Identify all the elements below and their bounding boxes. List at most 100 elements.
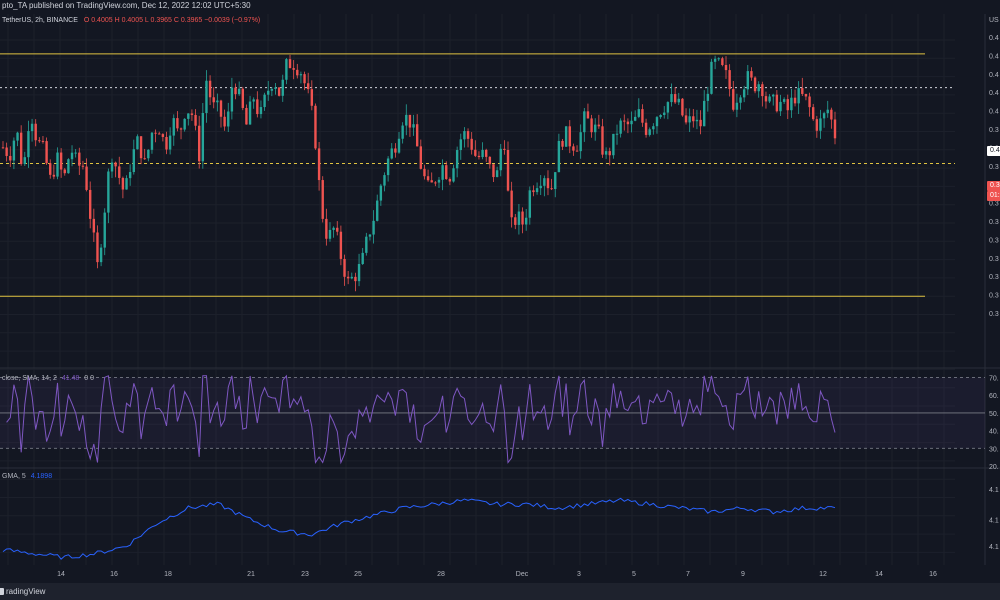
candle-body bbox=[597, 124, 601, 127]
candle-body bbox=[408, 114, 412, 128]
candle-body bbox=[9, 155, 12, 161]
candle-body bbox=[426, 176, 430, 181]
candle-body bbox=[168, 135, 172, 150]
candle-body bbox=[92, 218, 96, 233]
price-tick-label: 0.3 bbox=[989, 293, 999, 300]
price-tick-label: 0.3 bbox=[989, 237, 999, 244]
candle-body bbox=[194, 114, 197, 126]
candle-body bbox=[158, 133, 161, 135]
candle-body bbox=[176, 118, 179, 129]
last-price-tag: 0.3 bbox=[987, 181, 1000, 191]
candle-body bbox=[495, 170, 499, 178]
candle-body bbox=[336, 227, 339, 232]
candle-body bbox=[521, 211, 524, 225]
chart-canvas[interactable]: 14 16 18 21 23 25 28 Dec 3 5 7 9 12 14 16 US 0.4 0.4 0.4 0… bbox=[0, 0, 1000, 600]
candle-body bbox=[535, 188, 539, 193]
candle-body bbox=[5, 147, 8, 156]
candle-body bbox=[270, 88, 274, 91]
candle-body bbox=[299, 74, 303, 76]
rsi-pane bbox=[0, 374, 985, 465]
candle-body bbox=[812, 107, 815, 120]
candle-body bbox=[757, 84, 760, 92]
candle-body bbox=[477, 155, 481, 158]
candle-body bbox=[779, 101, 782, 112]
candle-body bbox=[241, 88, 244, 108]
candle-body bbox=[670, 94, 673, 103]
candle-body bbox=[139, 136, 143, 159]
candle-body bbox=[52, 174, 56, 177]
candle-body bbox=[564, 126, 568, 147]
candle-body bbox=[118, 166, 121, 178]
candle-body bbox=[742, 89, 746, 98]
candle-body bbox=[172, 118, 175, 136]
candle-body bbox=[724, 65, 728, 71]
candle-body bbox=[125, 178, 128, 190]
candle-body bbox=[612, 133, 615, 156]
y-axis: US 0.4 0.4 0.4 0.4 0.4 0.3 0.3 0.3 0.3 0.3 0.3 0.3 0.… bbox=[989, 17, 999, 551]
x-tick-label: 16 bbox=[110, 571, 118, 578]
candle-body bbox=[85, 166, 88, 190]
candle-body bbox=[350, 276, 353, 279]
candle-body bbox=[150, 132, 154, 150]
candle-body bbox=[390, 148, 393, 159]
candle-body bbox=[252, 99, 255, 102]
dotted-level-tag: 0.4 bbox=[987, 146, 1000, 156]
rsi-tick-label: 20. bbox=[989, 464, 999, 471]
candle-body bbox=[768, 96, 771, 102]
candle-body bbox=[641, 109, 644, 123]
candle-body bbox=[110, 162, 114, 172]
x-tick-label: 7 bbox=[686, 571, 690, 578]
candle-body bbox=[793, 97, 797, 104]
candle-body bbox=[543, 178, 546, 186]
candle-body bbox=[394, 148, 397, 153]
candle-body bbox=[401, 125, 404, 139]
candle-body bbox=[208, 80, 212, 98]
price-tick-label: 0.3 bbox=[989, 164, 999, 171]
candle-body bbox=[16, 132, 19, 141]
candle-body bbox=[74, 152, 77, 154]
x-tick-label: Dec bbox=[516, 571, 529, 578]
rsi-tick-label: 40. bbox=[989, 429, 999, 436]
candle-body bbox=[412, 124, 415, 128]
candle-body bbox=[568, 126, 571, 147]
candle-body bbox=[230, 87, 234, 112]
obv-tick-label: 4.1 bbox=[989, 544, 999, 551]
candle-body bbox=[38, 140, 41, 142]
candle-body bbox=[608, 151, 611, 156]
x-axis: 14 16 18 21 23 25 28 Dec 3 5 7 9 12 14 16 bbox=[57, 571, 937, 578]
candle-body bbox=[430, 180, 433, 183]
x-tick-label: 16 bbox=[929, 571, 937, 578]
candle-body bbox=[317, 148, 321, 181]
candle-body bbox=[205, 80, 208, 113]
candle-body bbox=[717, 58, 720, 60]
candle-body bbox=[750, 71, 753, 78]
candle-body bbox=[732, 89, 735, 110]
candle-body bbox=[819, 118, 822, 131]
candle-body bbox=[277, 87, 281, 96]
candle-body bbox=[554, 172, 557, 190]
candle-body bbox=[594, 124, 597, 133]
candle-body bbox=[561, 140, 564, 147]
candle-body bbox=[659, 114, 662, 118]
candle-body bbox=[1, 147, 5, 149]
candle-body bbox=[510, 190, 513, 218]
candle-body bbox=[786, 99, 789, 111]
candle-body bbox=[343, 258, 346, 277]
candle-body bbox=[550, 188, 553, 190]
obv-label: GMA, 5 bbox=[2, 473, 26, 480]
candle-body bbox=[782, 99, 786, 102]
rsi-tick-label: 70. bbox=[989, 376, 999, 383]
candle-body bbox=[539, 185, 542, 189]
candle-body bbox=[397, 138, 401, 153]
candle-body bbox=[96, 232, 99, 263]
candle-body bbox=[822, 113, 826, 119]
candle-body bbox=[201, 112, 205, 162]
candle-body bbox=[677, 98, 680, 103]
candle-body bbox=[223, 116, 226, 127]
candle-body bbox=[528, 190, 532, 218]
candle-body bbox=[41, 140, 45, 142]
tradingview-logo-icon[interactable] bbox=[0, 588, 4, 595]
candle-body bbox=[372, 220, 375, 235]
candle-body bbox=[761, 84, 764, 97]
candle-body bbox=[673, 94, 677, 103]
